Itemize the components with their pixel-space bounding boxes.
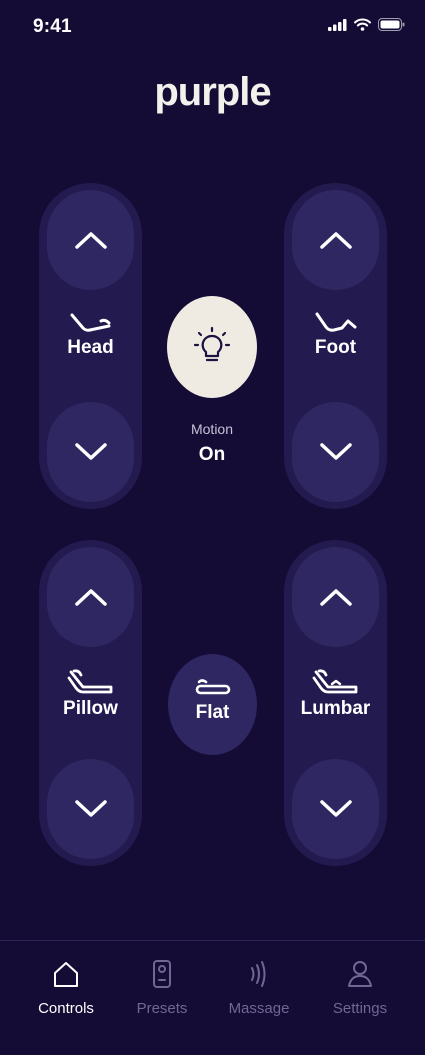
home-icon [54,962,78,987]
chevron-down-icon [74,443,107,460]
motion-light-button[interactable] [167,296,257,398]
flat-label: Flat [195,702,230,723]
lumbar-position-icon [312,669,357,694]
chevron-up-icon [74,232,107,249]
battery-icon [378,18,405,31]
motion-title: Motion [190,421,234,437]
lumbar-up-button[interactable] [292,547,379,647]
chevron-up-icon [74,589,107,606]
tab-presets[interactable]: Presets [112,959,212,1017]
chevron-up-icon [319,589,352,606]
status-time: 9:41 [33,16,72,37]
pillow-control: Pillow [39,540,142,866]
status-icons [328,18,405,31]
lumbar-label: Lumbar [300,698,371,719]
chevron-down-icon [74,800,107,817]
foot-position-icon [315,312,356,332]
foot-up-button[interactable] [292,190,379,290]
lumbar-control: Lumbar [284,540,387,866]
tab-massage[interactable]: Massage [209,959,309,1017]
foot-control: Foot [284,183,387,509]
vibration-icon [251,961,266,987]
pillow-up-button[interactable] [47,547,134,647]
tab-settings[interactable]: Settings [310,959,410,1017]
head-down-button[interactable] [47,402,134,502]
head-label: Head [67,337,114,358]
head-position-icon [70,313,110,332]
signal-icon [328,18,347,31]
wifi-icon [354,18,371,31]
tab-controls[interactable]: Controls [16,959,116,1017]
person-icon [348,961,372,987]
brand-logo: purple [154,70,271,114]
lumbar-down-button[interactable] [292,759,379,859]
tab-massage-label: Massage [228,1000,290,1017]
flat-bed-icon [195,679,230,695]
head-control: Head [39,183,142,509]
chevron-down-icon [319,443,352,460]
foot-down-button[interactable] [292,402,379,502]
chevron-down-icon [319,800,352,817]
tab-settings-label: Settings [332,1000,388,1017]
lightbulb-icon [193,326,231,362]
remote-icon [153,960,171,988]
tab-bar: Controls Presets Massage Settings [0,940,425,1055]
flat-button[interactable]: Flat [168,654,257,755]
pillow-label: Pillow [63,698,118,719]
tab-controls-label: Controls [38,1000,94,1017]
head-up-button[interactable] [47,190,134,290]
pillow-down-button[interactable] [47,759,134,859]
foot-label: Foot [314,337,357,358]
pillow-position-icon [67,669,112,694]
tab-presets-label: Presets [136,1000,188,1017]
chevron-up-icon [319,232,352,249]
motion-status: On [198,444,226,465]
